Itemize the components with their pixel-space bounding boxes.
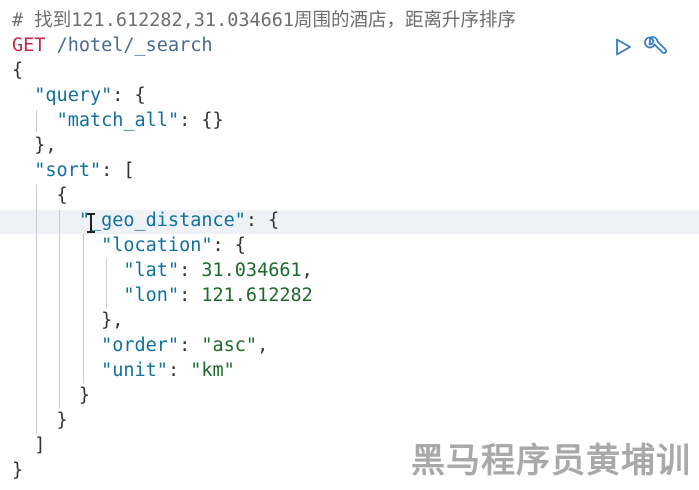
run-request-button[interactable] (614, 38, 632, 56)
text-cursor (87, 213, 95, 233)
code-line: { (12, 60, 24, 81)
code-line: "sort": [ (34, 160, 135, 181)
code-line: ] (12, 435, 46, 456)
json-key: "order" (101, 335, 180, 356)
code-line: }, (12, 135, 57, 156)
json-key: "query" (34, 85, 113, 106)
code-line: }, (12, 310, 124, 331)
json-number: 31.034661 (201, 260, 302, 281)
code-line: "lat": 31.034661, (123, 260, 313, 281)
play-icon (616, 38, 631, 56)
json-key: "location" (101, 235, 213, 256)
comment-line: # 找到121.612282,31.034661周围的酒店，距离升序排序 (12, 10, 517, 31)
code-line: "location": { (101, 235, 246, 256)
wrench-icon (644, 36, 667, 54)
json-key: "match_all" (56, 110, 180, 131)
code-line: } (12, 410, 68, 431)
code-editor[interactable]: # 找到121.612282,31.034661周围的酒店，距离升序排序 GET… (0, 0, 699, 490)
json-key: "lon" (123, 285, 180, 306)
json-string: "km" (190, 360, 235, 381)
json-number: 121.612282 (201, 285, 313, 306)
json-string: "asc" (201, 335, 258, 356)
json-key: "lat" (123, 260, 180, 281)
code-line: } (12, 460, 24, 481)
request-path: /hotel/_search (56, 35, 213, 56)
code-line: "lon": 121.612282 (123, 285, 313, 306)
http-method: GET (12, 35, 46, 56)
watermark-text: 黑马程序员黄埔训 (411, 441, 691, 481)
code-line: "match_all": {} (56, 110, 224, 131)
json-key: "unit" (101, 360, 168, 381)
json-key: "sort" (34, 160, 102, 181)
json-key: "_geo_distance" (78, 210, 246, 231)
code-line: "query": { (34, 85, 146, 106)
request-line[interactable]: GET /hotel/_search (12, 33, 213, 58)
code-line: "order": "asc", (101, 335, 269, 356)
code-line: } (12, 385, 90, 406)
code-line: { (12, 185, 68, 206)
code-line: "unit": "km" (101, 360, 235, 381)
request-settings-button[interactable] (641, 34, 667, 60)
code-line: "_geo_distance": { (78, 210, 280, 231)
